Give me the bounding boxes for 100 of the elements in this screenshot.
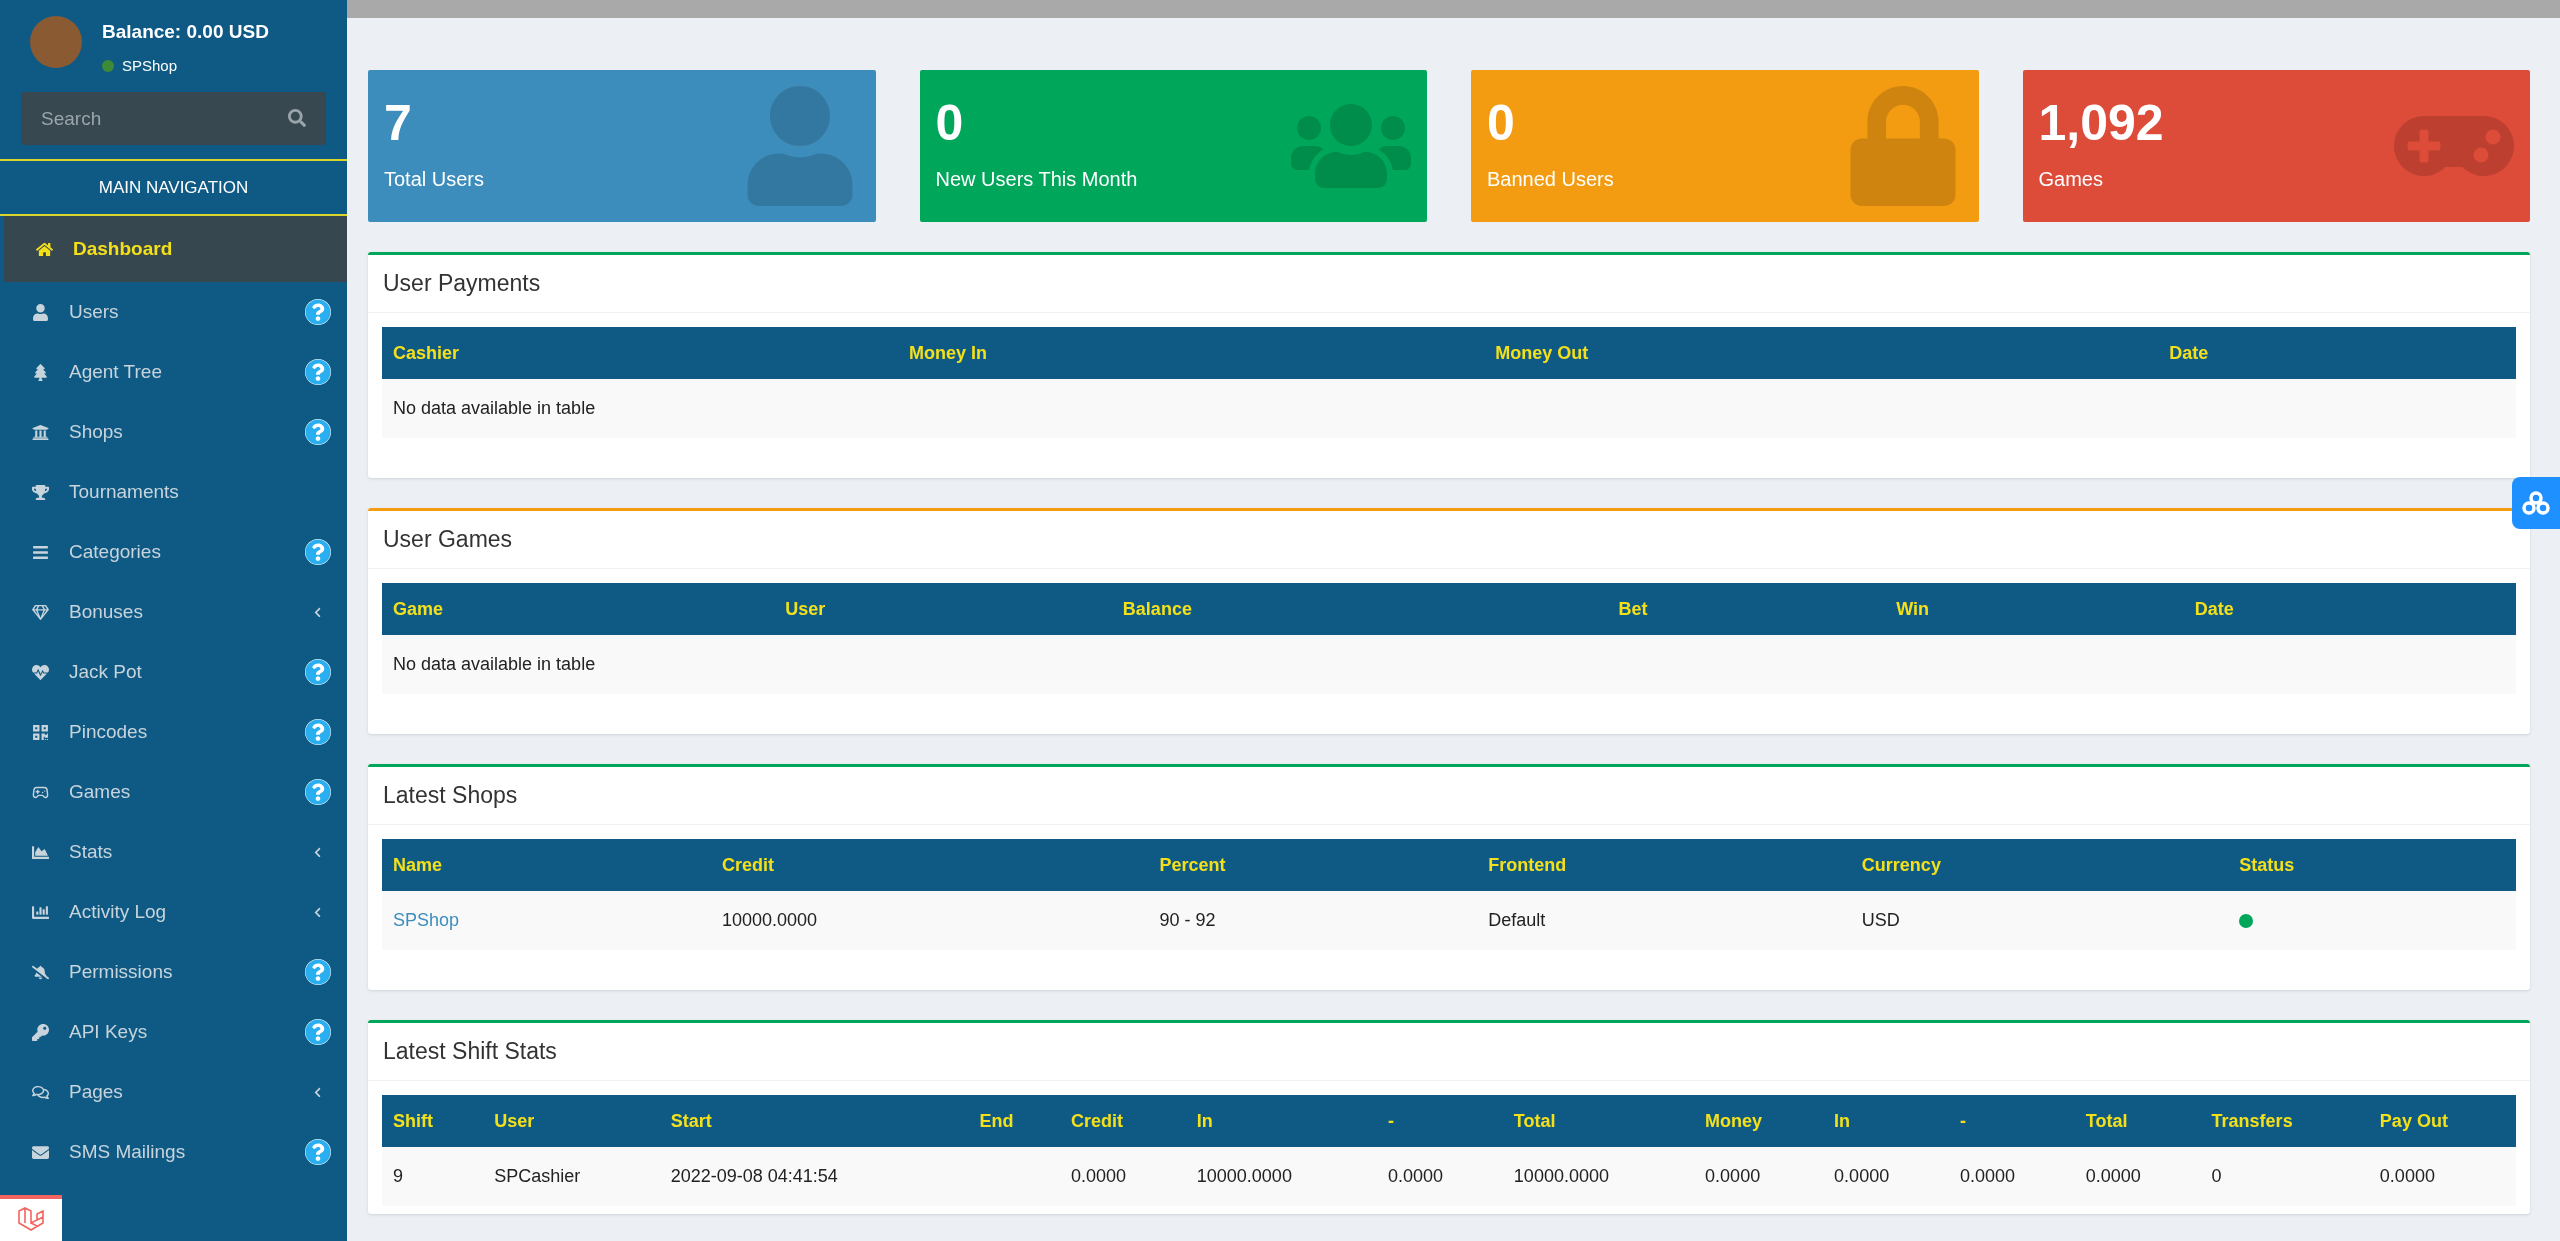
diamond-icon bbox=[32, 603, 49, 621]
balance-text: Balance: 0.00 USD bbox=[102, 20, 269, 44]
column-heading[interactable]: Win bbox=[1896, 598, 1930, 619]
stat-value: 0 bbox=[1487, 98, 1516, 148]
table-cell: Default bbox=[1488, 910, 1546, 930]
panel-title: User Payments bbox=[383, 269, 541, 299]
chevron-icon bbox=[312, 606, 323, 618]
help-icon[interactable] bbox=[305, 358, 331, 386]
comments-icon bbox=[32, 1083, 49, 1101]
nav-item[interactable]: Dashboard bbox=[4, 216, 347, 282]
nav-item[interactable]: Categories bbox=[0, 522, 347, 582]
table-cell: 10000.0000 bbox=[721, 910, 818, 930]
user-icon bbox=[32, 303, 49, 321]
home-icon bbox=[36, 240, 53, 258]
envelope-icon bbox=[32, 1143, 49, 1161]
column-heading[interactable]: Pay Out bbox=[2379, 1110, 2448, 1131]
nav-item[interactable]: SMS Mailings bbox=[0, 1122, 347, 1182]
help-icon[interactable] bbox=[305, 298, 331, 326]
stat-value: 7 bbox=[384, 98, 413, 148]
nav-item[interactable]: Bonuses bbox=[0, 582, 347, 642]
column-heading[interactable]: Bet bbox=[1618, 598, 1648, 619]
stat-value: 0 bbox=[935, 98, 965, 148]
nav-item[interactable]: Games bbox=[0, 762, 347, 822]
column-heading[interactable]: In bbox=[1834, 1110, 1851, 1131]
table-cell: 10000.0000 bbox=[1196, 1166, 1292, 1186]
nav-item[interactable]: API Keys bbox=[0, 1002, 347, 1062]
floating-widget-button[interactable] bbox=[2512, 477, 2560, 529]
column-heading[interactable]: Credit bbox=[1070, 1110, 1123, 1131]
help-icon[interactable] bbox=[305, 1138, 331, 1166]
empty-message: No data available in table bbox=[393, 654, 596, 674]
table-cell: 0.0000 bbox=[1834, 1166, 1890, 1186]
qr-code-icon bbox=[32, 723, 49, 741]
column-heading[interactable]: Date bbox=[2169, 342, 2209, 363]
column-heading[interactable]: In bbox=[1196, 1110, 1213, 1131]
table-cell: 0.0000 bbox=[1705, 1166, 1761, 1186]
help-icon[interactable] bbox=[305, 778, 331, 806]
table-cell: 0.0000 bbox=[1388, 1166, 1444, 1186]
stat-label: Banned Users bbox=[1487, 167, 1614, 192]
column-heading[interactable]: Percent bbox=[1159, 854, 1226, 875]
nav-item[interactable]: Stats bbox=[0, 822, 347, 882]
column-heading[interactable]: - bbox=[1959, 1110, 1966, 1131]
table-cell: SPCashier bbox=[494, 1166, 581, 1186]
column-heading[interactable]: - bbox=[1388, 1110, 1395, 1131]
column-heading[interactable]: Start bbox=[670, 1110, 712, 1131]
help-icon[interactable] bbox=[305, 718, 331, 746]
nav-item[interactable]: Tournaments bbox=[0, 462, 347, 522]
column-heading[interactable]: Money bbox=[1705, 1110, 1763, 1131]
column-heading[interactable]: Balance bbox=[1122, 598, 1192, 619]
nav-item[interactable]: Pages bbox=[0, 1062, 347, 1122]
help-icon[interactable] bbox=[305, 658, 331, 686]
column-heading[interactable]: Status bbox=[2239, 854, 2295, 875]
stat-label: Total Users bbox=[384, 167, 485, 192]
stat-label: New Users This Month bbox=[935, 167, 1138, 192]
shop-name: SPShop bbox=[122, 55, 178, 76]
stat-label: Games bbox=[2038, 167, 2104, 192]
column-heading[interactable]: Name bbox=[393, 854, 443, 875]
nav-item[interactable]: Pincodes bbox=[0, 702, 347, 762]
table-cell: 90 - 92 bbox=[1159, 910, 1216, 930]
panel-title: Latest Shift Stats bbox=[383, 1037, 557, 1067]
column-heading[interactable]: Transfers bbox=[2211, 1110, 2293, 1131]
help-icon[interactable] bbox=[305, 418, 331, 446]
column-heading[interactable]: Total bbox=[2085, 1110, 2128, 1131]
column-heading[interactable]: Game bbox=[393, 598, 444, 619]
bell-slash-icon bbox=[32, 963, 49, 981]
column-heading[interactable]: Money Out bbox=[1495, 342, 1589, 363]
help-icon[interactable] bbox=[305, 958, 331, 986]
nav-item[interactable]: Shops bbox=[0, 402, 347, 462]
table-cell: 0.0000 bbox=[1070, 1166, 1127, 1186]
help-icon[interactable] bbox=[305, 1018, 331, 1046]
column-heading[interactable]: Currency bbox=[1861, 854, 1941, 875]
column-heading[interactable]: Date bbox=[2194, 598, 2234, 619]
table-cell: 9 bbox=[393, 1166, 403, 1186]
column-heading[interactable]: End bbox=[979, 1110, 1014, 1131]
column-heading[interactable]: Credit bbox=[721, 854, 774, 875]
column-heading[interactable]: Frontend bbox=[1488, 854, 1567, 875]
column-heading[interactable]: Shift bbox=[393, 1110, 433, 1131]
chevron-icon bbox=[312, 846, 323, 858]
column-heading[interactable]: Total bbox=[1513, 1110, 1556, 1131]
column-heading[interactable]: User bbox=[494, 1110, 535, 1131]
table-cell: 0 bbox=[2211, 1166, 2222, 1186]
avatar bbox=[30, 16, 82, 68]
nav-item[interactable]: Activity Log bbox=[0, 882, 347, 942]
nav-item[interactable]: Users bbox=[0, 282, 347, 342]
bar-chart-icon bbox=[32, 903, 49, 921]
column-heading[interactable]: User bbox=[785, 598, 826, 619]
search-icon[interactable] bbox=[288, 109, 306, 127]
search-field[interactable]: Search bbox=[21, 92, 326, 145]
help-icon[interactable] bbox=[305, 538, 331, 566]
column-heading[interactable]: Cashier bbox=[393, 342, 460, 363]
column-heading[interactable]: Money In bbox=[909, 342, 988, 363]
nav-item[interactable]: Permissions bbox=[0, 942, 347, 1002]
laravel-badge[interactable] bbox=[0, 1195, 62, 1241]
menu-icon bbox=[32, 543, 49, 561]
table-cell: 0.0000 bbox=[1959, 1166, 2015, 1186]
shop-link[interactable]: SPShop bbox=[393, 910, 460, 930]
trophy-icon bbox=[32, 483, 49, 501]
empty-message: No data available in table bbox=[393, 398, 596, 418]
nav-item[interactable]: Agent Tree bbox=[0, 342, 347, 402]
nav-item[interactable]: Jack Pot bbox=[0, 642, 347, 702]
table-cell: 0.0000 bbox=[2085, 1166, 2141, 1186]
